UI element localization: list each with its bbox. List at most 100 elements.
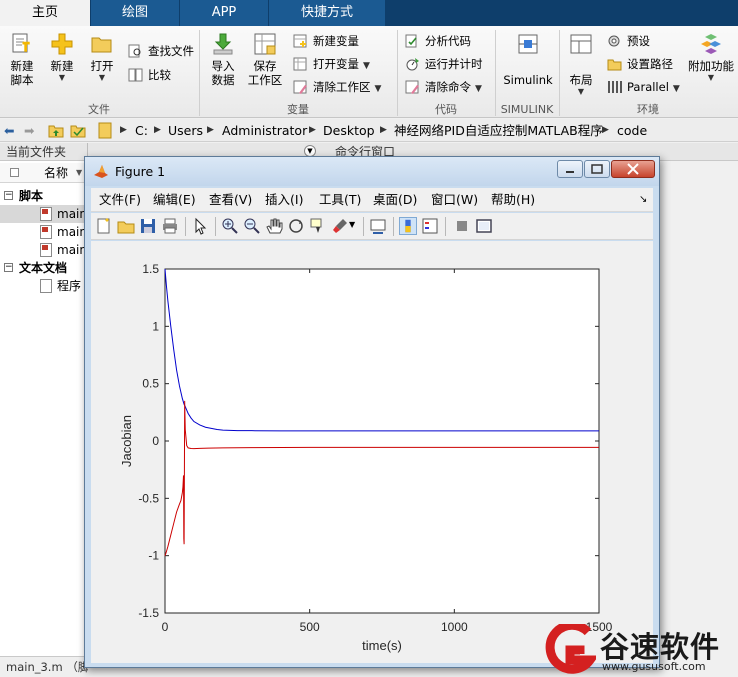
tab-apps[interactable]: APP (180, 0, 268, 26)
path-segment-code[interactable]: code (617, 119, 647, 142)
clear-commands-button[interactable]: 清除命令 ▼ (405, 78, 482, 96)
figure-window[interactable]: Figure 1 文件(F) 编辑(E) 查看(V) 插入(I) 工具(T) 桌… (84, 156, 660, 668)
pointer-icon[interactable] (191, 217, 209, 235)
tree-group-text[interactable]: − 文本文档 (0, 259, 88, 277)
watermark-url: www.gususoft.com (602, 660, 706, 673)
current-folder-title: 当前文件夹 (0, 143, 87, 161)
open-variable-label: 打开变量 (313, 57, 359, 71)
figure-title-bar[interactable]: Figure 1 (85, 157, 659, 186)
matlab-file-icon (40, 207, 52, 221)
new-figure-icon[interactable] (95, 217, 113, 235)
analyze-code-icon (405, 34, 417, 48)
chevron-down-icon: ▼ (374, 84, 382, 94)
set-path-button[interactable]: 设置路径 (607, 55, 673, 73)
forward-arrow-icon[interactable]: ➡ (24, 119, 34, 142)
rotate-3d-icon[interactable] (287, 217, 305, 235)
chevron-down-icon: ▼ (672, 84, 680, 94)
tab-home[interactable]: 主页 (0, 0, 90, 26)
print-icon[interactable] (161, 217, 179, 235)
maximize-button[interactable] (584, 160, 610, 178)
jacobian-chart: 0 500 1000 1500-1.5-1-0.500.511.5 time(s) J… (119, 262, 613, 653)
status-bar: main_3.m （脚 (0, 656, 88, 677)
y-tick-label: -1.5 (138, 606, 159, 620)
menu-view[interactable]: 查看(V) (209, 188, 252, 212)
folder-open-icon (91, 37, 112, 53)
data-cursor-icon[interactable] (309, 217, 327, 235)
zoom-in-icon[interactable] (221, 217, 239, 235)
back-arrow-icon[interactable]: ⬅ (4, 119, 14, 142)
y-tick-label: 0 (152, 434, 159, 448)
new-button[interactable]: 新建 ▼ (44, 32, 80, 83)
layout-icon (570, 34, 592, 54)
tab-shortcuts[interactable]: 快捷方式 (269, 0, 385, 26)
menu-tools[interactable]: 工具(T) (319, 188, 361, 212)
browse-folder-icon[interactable] (70, 123, 86, 138)
close-button[interactable] (611, 160, 655, 178)
menu-help[interactable]: 帮助(H) (491, 188, 535, 212)
dock-arrow-icon[interactable]: ↘ (639, 188, 647, 212)
tree-group-scripts[interactable]: − 脚本 (0, 187, 88, 205)
menu-insert[interactable]: 插入(I) (265, 188, 303, 212)
analyze-code-button[interactable]: 分析代码 (405, 32, 471, 50)
file-row[interactable]: 程序 (0, 277, 88, 295)
run-and-time-button[interactable]: 运行并计时 (405, 55, 483, 73)
path-segment-administrator[interactable]: Administrator (222, 119, 307, 142)
up-folder-icon[interactable] (48, 123, 64, 138)
show-plot-tools-icon[interactable] (475, 217, 493, 235)
open-button[interactable]: 打开 ▼ (84, 32, 120, 83)
add-ons-button[interactable]: 附加功能 ▼ (686, 32, 736, 83)
file-row[interactable]: main (0, 205, 88, 223)
save-ws-label-2: 工作区 (247, 73, 283, 87)
figure-canvas[interactable]: 0 500 1000 1500 -1.5 -1 -0.5 0 0.5 1 1.5 time(s) J… (91, 241, 653, 663)
open-file-icon[interactable] (117, 217, 135, 235)
pan-hand-icon[interactable] (265, 217, 283, 235)
menu-file[interactable]: 文件(F) (99, 188, 141, 212)
text-file-icon (40, 279, 52, 293)
clear-workspace-button[interactable]: 清除工作区 ▼ (293, 78, 381, 96)
chevron-down-icon[interactable]: ▼ (349, 220, 355, 229)
colorbar-icon[interactable] (399, 217, 417, 235)
path-segment-c[interactable]: C: (135, 119, 148, 142)
address-bar: ⬅ ➡ ▶ C: ▶ Users ▶ Administrator ▶ Deskt… (0, 119, 738, 142)
find-files-button[interactable]: 查找文件 (128, 42, 194, 60)
file-row[interactable]: main (0, 223, 88, 241)
minimize-button[interactable] (557, 160, 583, 178)
plot-area[interactable] (164, 268, 600, 614)
open-variable-button[interactable]: 打开变量 ▼ (293, 55, 370, 73)
parallel-button[interactable]: Parallel ▼ (607, 78, 680, 96)
toolbar-divider (445, 217, 446, 236)
y-tick-label: 1 (152, 319, 159, 333)
new-script-button[interactable]: 新建 脚本 (4, 32, 40, 87)
path-segment-users[interactable]: Users (168, 119, 203, 142)
zoom-out-icon[interactable] (243, 217, 261, 235)
import-data-button[interactable]: 导入 数据 (205, 32, 241, 87)
layout-button[interactable]: 布局 ▼ (563, 32, 599, 97)
toolbar-divider (393, 217, 394, 236)
sort-down-icon[interactable]: ▼ (76, 163, 82, 183)
new-script-label-1: 新建 (10, 59, 34, 73)
menu-window[interactable]: 窗口(W) (431, 188, 478, 212)
save-workspace-button[interactable]: 保存 工作区 (245, 32, 285, 87)
tab-plots[interactable]: 绘图 (91, 0, 179, 26)
toolstrip-tabs: 主页 绘图 APP 快捷方式 (0, 0, 738, 26)
column-name-header[interactable]: 名称 (44, 163, 68, 183)
collapse-icon[interactable]: − (4, 191, 13, 200)
menu-edit[interactable]: 编辑(E) (153, 188, 196, 212)
menu-desktop[interactable]: 桌面(D) (373, 188, 417, 212)
path-segment-project[interactable]: 神经网络PID自适应控制MATLAB程序 (394, 119, 603, 142)
file-row[interactable]: main (0, 241, 88, 259)
preferences-button[interactable]: 预设 (607, 32, 650, 50)
hide-plot-tools-icon[interactable] (453, 217, 471, 235)
select-all-checkbox[interactable] (10, 168, 19, 177)
y-tick-label: -0.5 (138, 491, 159, 505)
compare-icon (128, 68, 143, 82)
collapse-icon[interactable]: − (4, 263, 13, 272)
compare-button[interactable]: 比较 (128, 66, 171, 84)
brush-icon[interactable] (331, 217, 349, 235)
path-segment-desktop[interactable]: Desktop (323, 119, 375, 142)
legend-icon[interactable] (421, 217, 439, 235)
save-icon[interactable] (139, 217, 157, 235)
link-plot-icon[interactable] (369, 217, 387, 235)
simulink-button[interactable]: Simulink (500, 32, 556, 87)
new-variable-button[interactable]: 新建变量 (293, 32, 359, 50)
